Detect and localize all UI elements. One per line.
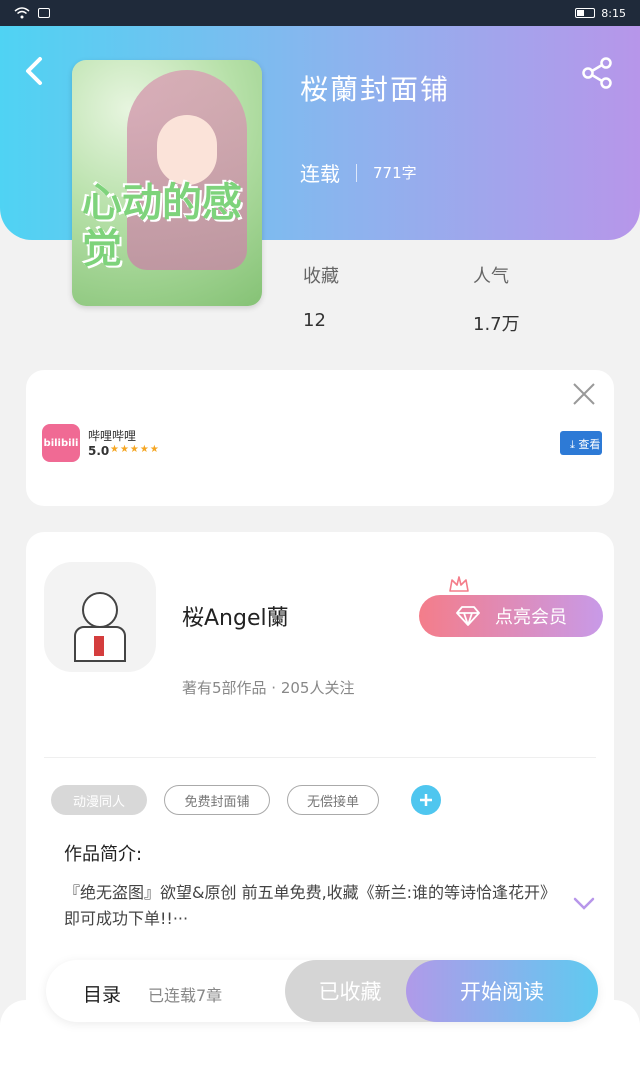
author-avatar[interactable] — [44, 562, 156, 672]
chevron-left-icon — [26, 57, 42, 85]
tag-free-cover-shop[interactable]: 免费封面铺 — [164, 785, 270, 815]
cover-art-face — [157, 115, 217, 185]
divider — [44, 757, 596, 758]
tag-anime-fanfic[interactable]: 动漫同人 — [51, 785, 147, 815]
vip-button[interactable]: 点亮会员 — [419, 595, 603, 637]
stat-favorites: 收藏 12 — [303, 262, 339, 331]
stat-label: 人气 — [473, 266, 509, 287]
author-name[interactable]: 桜Angel蘭 — [182, 600, 289, 632]
ad-rating: 5.0 — [88, 444, 110, 458]
avatar-head — [82, 592, 118, 628]
back-button[interactable] — [22, 56, 52, 90]
bilibili-logo: bilibili — [42, 424, 80, 462]
meta-divider — [356, 163, 357, 182]
ad-app-name: 哔哩哔哩 — [88, 429, 137, 443]
stat-label: 收藏 — [303, 266, 339, 287]
ad-download-button[interactable]: ⤓ 查看 — [560, 431, 602, 455]
serial-status: 连载 — [300, 162, 340, 186]
intro-text: 『绝无盗图』欲望&原创 前五单免费,收藏《新兰:谁的等诗恰逢花开》即可成功下单!… — [64, 883, 549, 928]
close-icon — [573, 383, 595, 405]
clock: 8:15 — [601, 6, 626, 20]
catalog-button[interactable]: 目录 — [83, 980, 121, 1007]
expand-intro-button[interactable] — [572, 896, 596, 912]
stat-value: 12 — [303, 310, 326, 331]
share-button[interactable] — [580, 56, 616, 92]
star-icons: ★★★★★ — [110, 444, 160, 455]
start-reading-button[interactable]: 开始阅读 — [406, 960, 598, 1022]
word-count: 771字 — [373, 164, 417, 182]
share-icon — [582, 57, 612, 89]
avatar-bow — [94, 636, 104, 656]
status-bar: 8:15 — [0, 0, 640, 26]
chapter-count[interactable]: 已连载7章 — [148, 982, 222, 1006]
notification-icon — [38, 8, 50, 18]
stat-value: 1.7万 — [473, 314, 520, 335]
add-tag-button[interactable] — [411, 785, 441, 815]
start-reading-label: 开始阅读 — [460, 980, 544, 1004]
book-cover[interactable]: 心动的感觉 — [72, 60, 262, 306]
wifi-icon — [14, 7, 30, 19]
favorited-label: 已收藏 — [318, 980, 382, 1004]
book-title: 桜蘭封面铺 — [300, 73, 451, 106]
cover-title-art: 心动的感觉 — [82, 179, 242, 272]
stat-popularity: 人气 1.7万 — [473, 262, 520, 336]
plus-icon — [420, 794, 432, 806]
tag-free-orders[interactable]: 无偿接单 — [287, 785, 379, 815]
diamond-icon — [456, 606, 480, 626]
chevron-down-icon — [573, 897, 595, 910]
battery-icon — [575, 8, 596, 18]
ad-close-button[interactable] — [572, 382, 596, 406]
author-works-followers: 著有5部作品 · 205人关注 — [182, 679, 355, 697]
book-meta: 连载 771字 — [300, 158, 417, 187]
intro-label: 作品简介: — [64, 844, 143, 865]
crown-icon — [449, 576, 469, 592]
vip-button-label: 点亮会员 — [495, 607, 567, 628]
